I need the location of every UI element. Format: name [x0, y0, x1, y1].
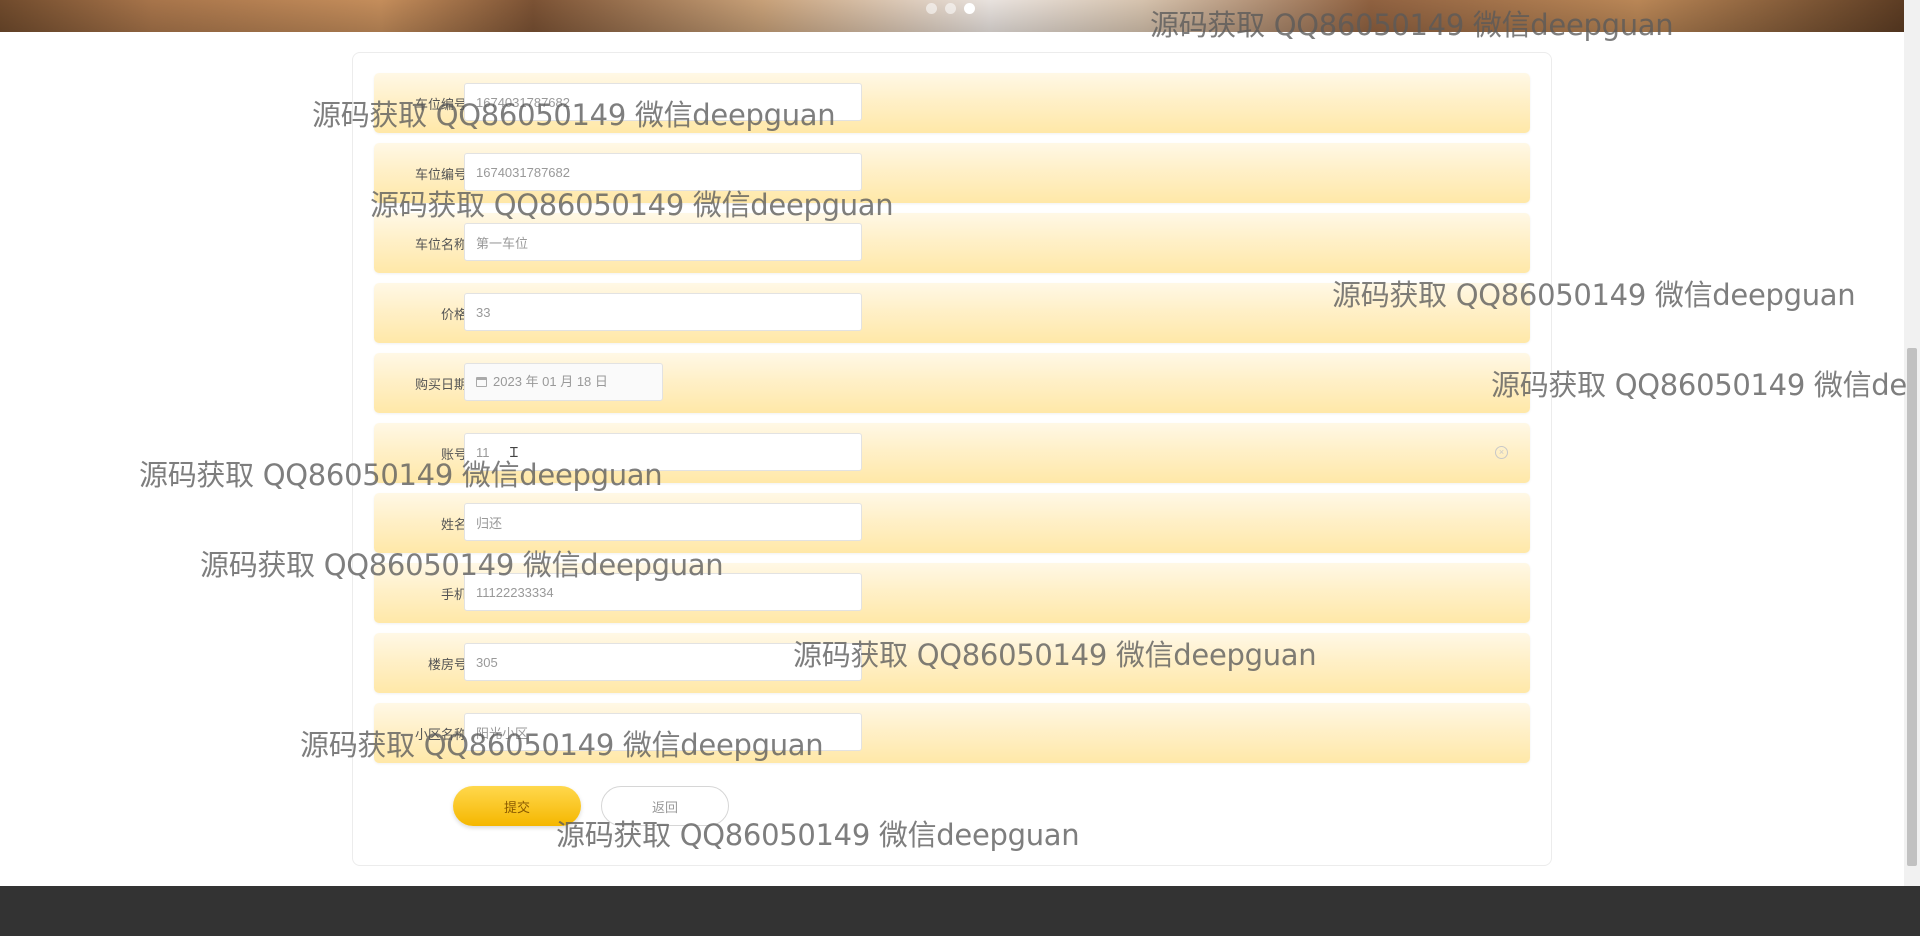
field-label: 车位编号 — [414, 96, 467, 112]
parking-number-input[interactable] — [464, 153, 862, 191]
form-row-price: 价格 — [374, 283, 1530, 343]
form-row-phone: 手机 — [374, 563, 1530, 623]
field-label: 小区名称 — [414, 726, 467, 742]
page-scrollbar[interactable] — [1904, 0, 1920, 886]
back-button[interactable]: 返回 — [601, 786, 729, 826]
page-footer — [0, 886, 1920, 936]
carousel-dot[interactable] — [926, 3, 937, 14]
field-label: 购买日期 — [414, 376, 467, 392]
carousel-dot-active[interactable] — [964, 3, 975, 14]
phone-input[interactable] — [464, 573, 862, 611]
calendar-icon — [476, 377, 487, 387]
carousel-dots — [926, 3, 975, 14]
purchase-date-value: 2023 年 01 月 18 日 — [493, 374, 608, 389]
form-row-community-name: 小区名称 — [374, 703, 1530, 763]
purchase-date-picker[interactable]: 2023 年 01 月 18 日 — [464, 363, 663, 401]
carousel-dot[interactable] — [945, 3, 956, 14]
submit-button[interactable]: 提交 — [453, 786, 581, 826]
form-row-parking-number: 车位编号 — [374, 143, 1530, 203]
name-input[interactable] — [464, 503, 862, 541]
form-row-purchase-date: 购买日期 2023 年 01 月 18 日 — [374, 353, 1530, 413]
field-label: 车位名称 — [414, 236, 467, 252]
field-label: 楼房号 — [427, 656, 467, 672]
top-banner-image — [0, 0, 1904, 32]
field-label: 车位编号 — [414, 166, 467, 182]
form-row-account: 账号 Ɪ × — [374, 423, 1530, 483]
parking-name-input[interactable] — [464, 223, 862, 261]
price-input[interactable] — [464, 293, 862, 331]
watermark-text-cut: 源码获取 QQ86050149 微信de — [1491, 368, 1907, 402]
clear-icon[interactable]: × — [1495, 446, 1508, 459]
form-row-building-number: 楼房号 — [374, 633, 1530, 693]
form-row-parking-name: 车位名称 — [374, 213, 1530, 273]
scrollbar-thumb[interactable] — [1907, 348, 1917, 866]
form-row-name: 姓名 — [374, 493, 1530, 553]
community-name-input[interactable] — [464, 713, 862, 751]
text-cursor-icon: Ɪ — [510, 444, 518, 460]
account-input[interactable] — [464, 433, 862, 471]
building-number-input[interactable] — [464, 643, 862, 681]
parking-number-input-top[interactable] — [464, 83, 862, 121]
form-row-parking-number-top: 车位编号 — [374, 73, 1530, 133]
